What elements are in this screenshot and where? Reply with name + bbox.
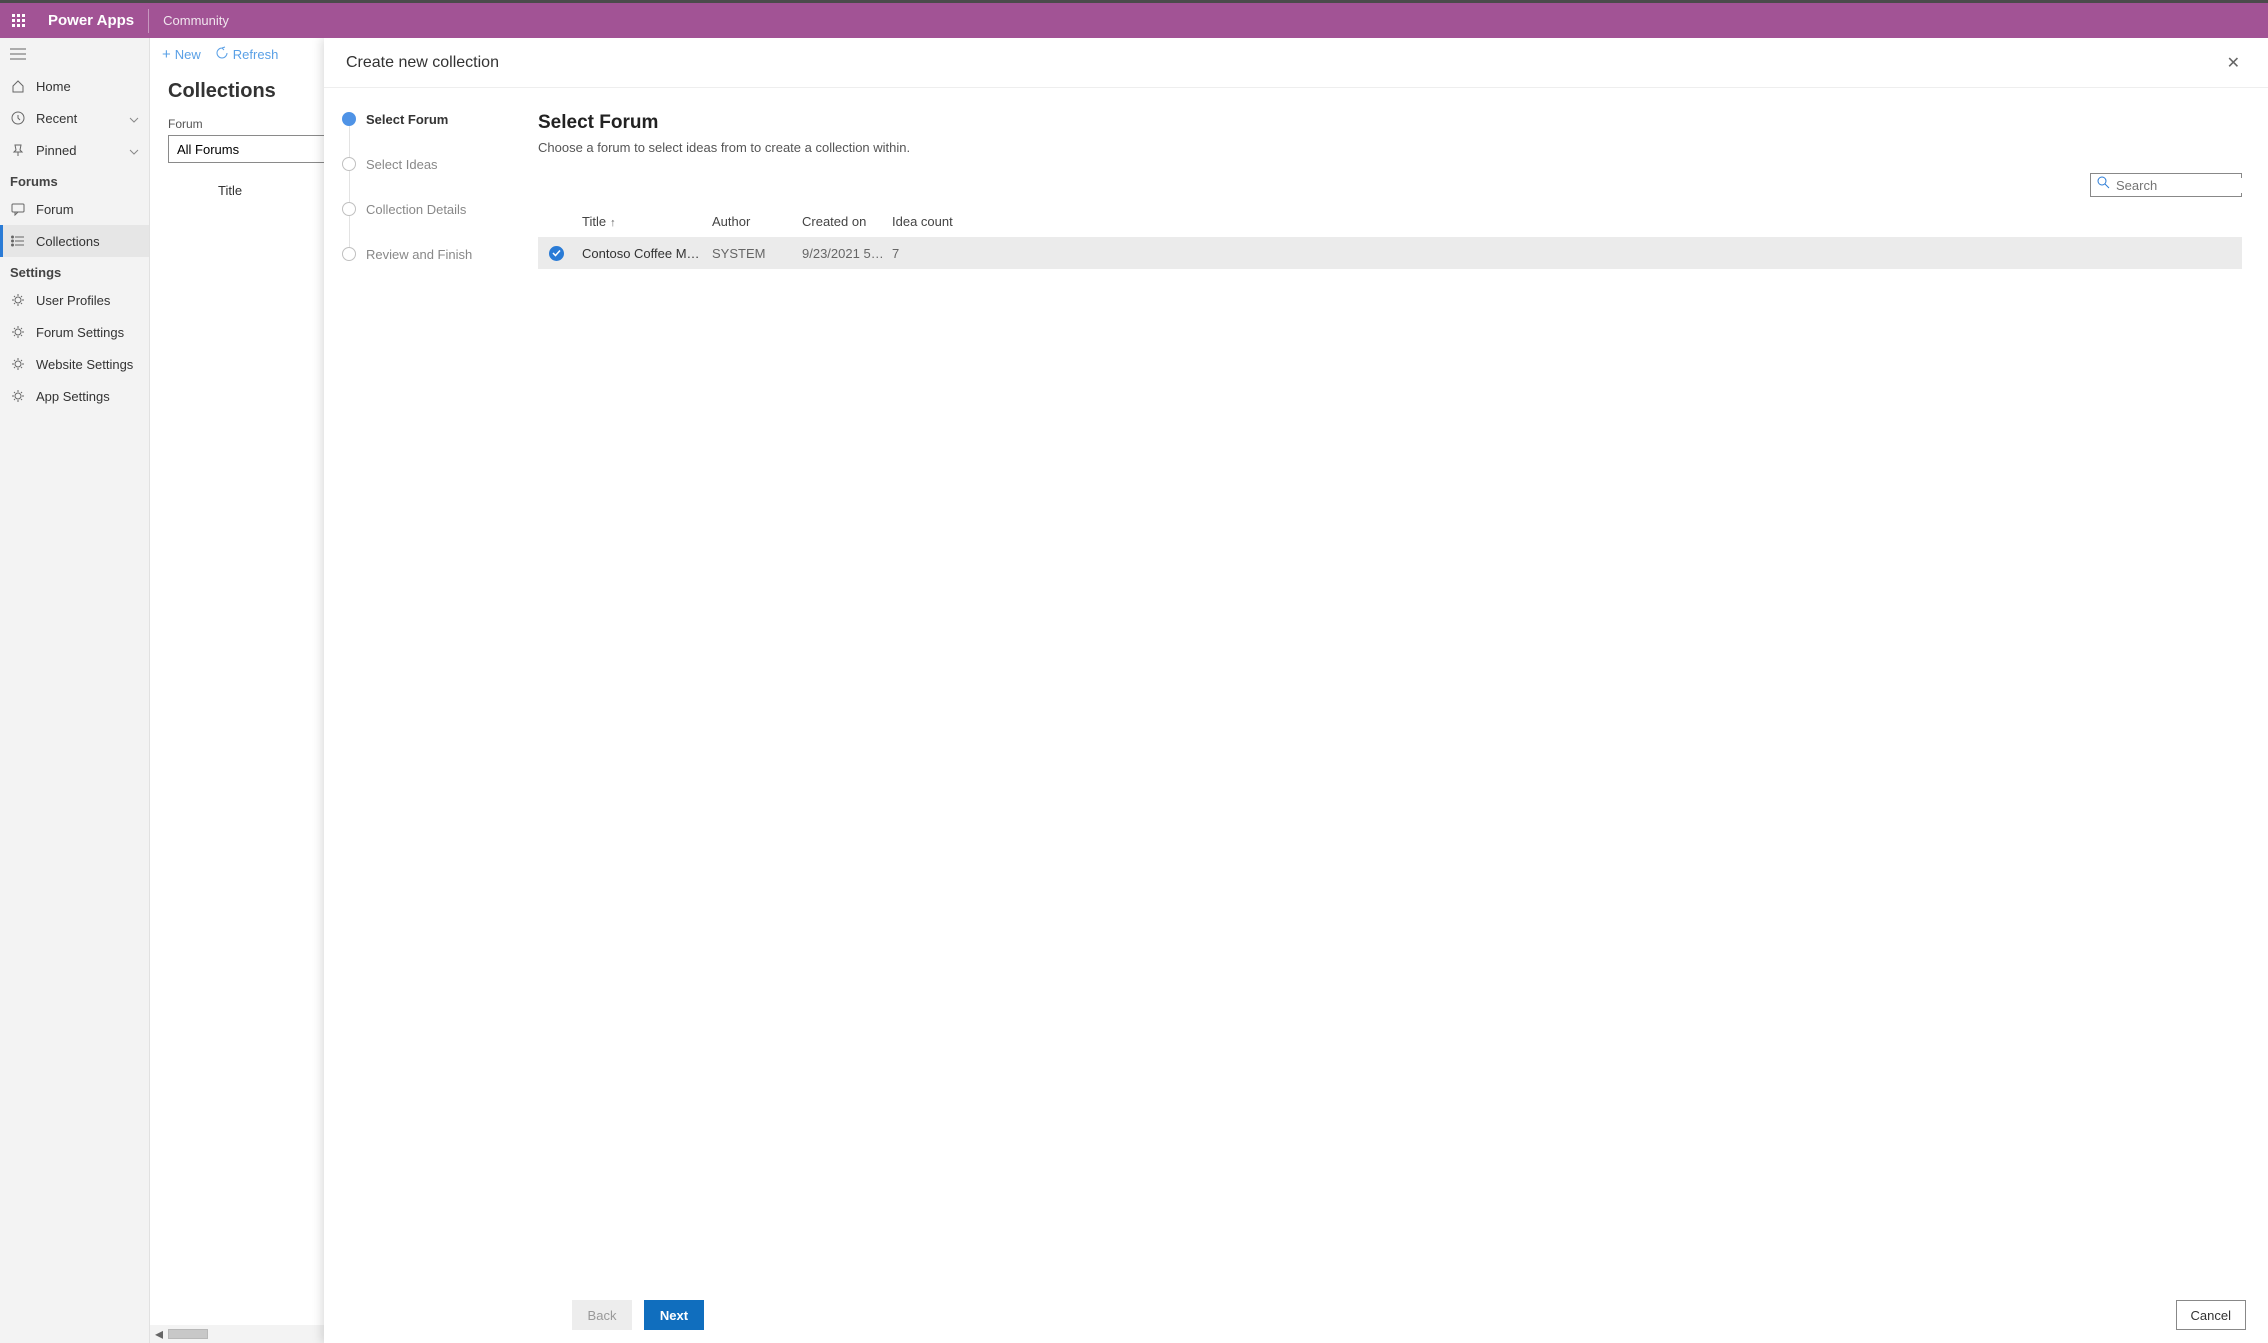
nav-section-settings: Settings	[0, 257, 149, 284]
scroll-thumb[interactable]	[168, 1329, 208, 1339]
list-icon	[10, 233, 26, 249]
step-select-forum[interactable]: Select Forum	[342, 112, 520, 157]
step-dot	[342, 202, 356, 216]
chevron-down-icon	[129, 111, 139, 126]
nav-section-forums: Forums	[0, 166, 149, 193]
refresh-label: Refresh	[233, 47, 279, 62]
nav-sub-app-settings[interactable]: App Settings	[0, 380, 149, 412]
table-row[interactable]: Contoso Coffee Mach… SYSTEM 9/23/2021 5:…	[538, 237, 2242, 269]
create-collection-panel: Create new collection ✕ Select Forum Sel…	[324, 38, 2268, 1343]
cell-ideacount: 7	[892, 246, 972, 261]
nav-sub-forum[interactable]: Forum	[0, 193, 149, 225]
nav-sub-label: Collections	[36, 234, 100, 249]
pin-icon	[10, 142, 26, 158]
wizard-subtitle: Choose a forum to select ideas from to c…	[538, 140, 2242, 155]
step-label: Review and Finish	[366, 247, 472, 262]
nav-sub-website-settings[interactable]: Website Settings	[0, 348, 149, 380]
nav-sub-collections[interactable]: Collections	[0, 225, 149, 257]
chevron-down-icon	[129, 143, 139, 158]
app-title[interactable]: Power Apps	[38, 12, 144, 29]
step-dot	[342, 112, 356, 126]
wizard-title: Select Forum	[538, 112, 2242, 134]
forum-icon	[10, 201, 26, 217]
nav-item-home[interactable]: Home	[0, 70, 149, 102]
waffle-icon[interactable]	[0, 2, 38, 40]
shell: Home Recent Pinned Forums Forum Collecti…	[0, 38, 2268, 1343]
nav-item-pinned[interactable]: Pinned	[0, 134, 149, 166]
cell-author: SYSTEM	[712, 246, 802, 261]
left-nav: Home Recent Pinned Forums Forum Collecti…	[0, 38, 150, 1343]
plus-icon: +	[162, 46, 171, 63]
nav-sub-label: App Settings	[36, 389, 110, 404]
nav-sub-label: Website Settings	[36, 357, 133, 372]
panel-header: Create new collection ✕	[324, 38, 2268, 88]
nav-sub-label: Forum Settings	[36, 325, 124, 340]
nav-sub-user-profiles[interactable]: User Profiles	[0, 284, 149, 316]
cancel-button[interactable]: Cancel	[2176, 1300, 2246, 1330]
step-dot	[342, 157, 356, 171]
search-input[interactable]	[2116, 178, 2268, 193]
column-header-ideacount[interactable]: Idea count	[892, 214, 972, 229]
nav-sub-label: User Profiles	[36, 293, 110, 308]
new-label: New	[175, 47, 201, 62]
gear-icon	[10, 324, 26, 340]
forum-table: Title ↑ Author Created on Idea count Cont…	[538, 205, 2242, 269]
table-header-row: Title ↑ Author Created on Idea count	[538, 205, 2242, 237]
back-button[interactable]: Back	[572, 1300, 632, 1330]
column-header-author[interactable]: Author	[712, 214, 802, 229]
next-button[interactable]: Next	[644, 1300, 704, 1330]
wizard-steps: Select Forum Select Ideas Collection Det…	[324, 88, 538, 1287]
row-select-cell[interactable]	[538, 246, 582, 261]
nav-item-label: Recent	[36, 111, 77, 126]
panel-footer: Back Next Cancel	[324, 1287, 2268, 1343]
column-header-label: Title	[582, 214, 606, 229]
home-icon	[10, 78, 26, 94]
close-icon[interactable]: ✕	[2221, 47, 2246, 79]
selected-check-icon	[549, 246, 564, 261]
nav-item-label: Home	[36, 79, 71, 94]
gear-icon	[10, 292, 26, 308]
refresh-icon	[215, 46, 229, 63]
nav-sub-label: Forum	[36, 202, 74, 217]
search-icon	[2097, 176, 2110, 194]
nav-item-label: Pinned	[36, 143, 76, 158]
cell-created: 9/23/2021 5:2…	[802, 246, 892, 261]
step-collection-details[interactable]: Collection Details	[342, 202, 520, 247]
panel-title: Create new collection	[346, 54, 499, 72]
scroll-left-arrow[interactable]: ◂	[150, 1325, 168, 1343]
search-box[interactable]	[2090, 173, 2242, 197]
panel-body: Select Forum Select Ideas Collection Det…	[324, 88, 2268, 1287]
step-dot	[342, 247, 356, 261]
step-review-finish[interactable]: Review and Finish	[342, 247, 520, 262]
nav-sub-forum-settings[interactable]: Forum Settings	[0, 316, 149, 348]
gear-icon	[10, 356, 26, 372]
step-label: Select Forum	[366, 112, 448, 127]
nav-hamburger[interactable]	[0, 38, 149, 70]
app-subtitle[interactable]: Community	[153, 13, 239, 28]
app-divider	[148, 9, 149, 33]
step-label: Collection Details	[366, 202, 466, 217]
sort-asc-icon: ↑	[610, 217, 616, 229]
column-header-created[interactable]: Created on	[802, 214, 892, 229]
refresh-button[interactable]: Refresh	[215, 46, 279, 63]
app-bar: Power Apps Community	[0, 0, 2268, 38]
wizard-content: Select Forum Choose a forum to select id…	[538, 88, 2268, 1287]
column-header-title[interactable]: Title ↑	[582, 214, 712, 229]
step-label: Select Ideas	[366, 157, 438, 172]
step-select-ideas[interactable]: Select Ideas	[342, 157, 520, 202]
clock-icon	[10, 110, 26, 126]
new-button[interactable]: + New	[162, 46, 201, 63]
cell-title: Contoso Coffee Mach…	[582, 246, 712, 261]
gear-icon	[10, 388, 26, 404]
nav-item-recent[interactable]: Recent	[0, 102, 149, 134]
